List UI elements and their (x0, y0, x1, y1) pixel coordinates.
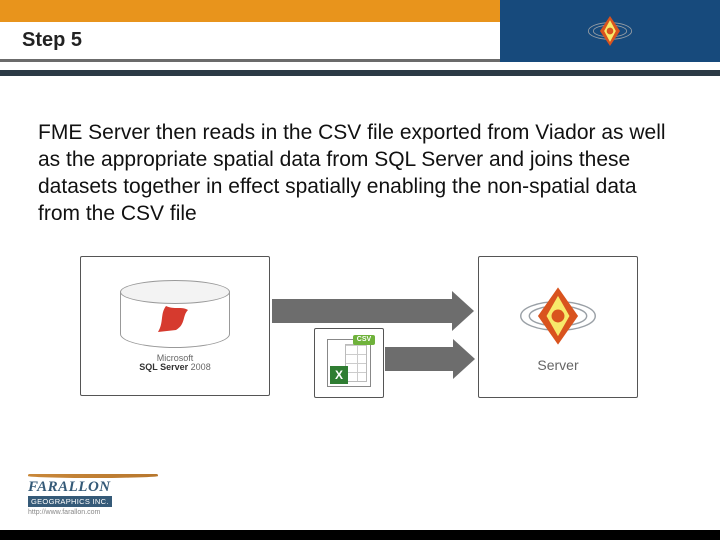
fme-server-node: Server (478, 256, 638, 398)
title-band: Step 5 (0, 22, 720, 62)
fme-logo-icon (585, 11, 635, 51)
flow-diagram: Microsoft SQL Server 2008 X CSV Server (80, 256, 640, 436)
header-divider (0, 70, 720, 76)
database-icon (120, 280, 230, 350)
body-paragraph: FME Server then reads in the CSV file ex… (0, 72, 720, 238)
csv-file-node: X CSV (314, 328, 384, 398)
title-area: Step 5 (0, 22, 500, 62)
farallon-wave-icon (28, 474, 158, 478)
csv-file-icon: X CSV (327, 339, 371, 387)
arrow-sql-to-server (272, 298, 474, 324)
company-name: FARALLON (28, 479, 158, 496)
csv-badge: CSV (353, 335, 375, 345)
footer-company-logo: FARALLON GEOGRAPHICS INC. http://www.far… (28, 474, 158, 516)
slide-header: Step 5 (0, 0, 720, 72)
arrow-csv-to-server (385, 346, 475, 372)
brand-panel (500, 0, 720, 62)
excel-x-glyph: X (330, 366, 348, 384)
fme-logo-icon (515, 281, 601, 351)
sql-product: SQL Server (139, 362, 188, 372)
company-url: http://www.farallon.com (28, 509, 100, 516)
sql-version: 2008 (191, 362, 211, 372)
slide-title: Step 5 (22, 29, 82, 52)
bottom-border (0, 530, 720, 540)
sql-caption: Microsoft SQL Server 2008 (139, 354, 210, 372)
sql-server-node: Microsoft SQL Server 2008 (80, 256, 270, 396)
accent-strip (0, 0, 500, 22)
sql-server-flag-icon (156, 304, 190, 334)
company-subtitle: GEOGRAPHICS INC. (28, 496, 112, 507)
server-label: Server (537, 357, 578, 373)
